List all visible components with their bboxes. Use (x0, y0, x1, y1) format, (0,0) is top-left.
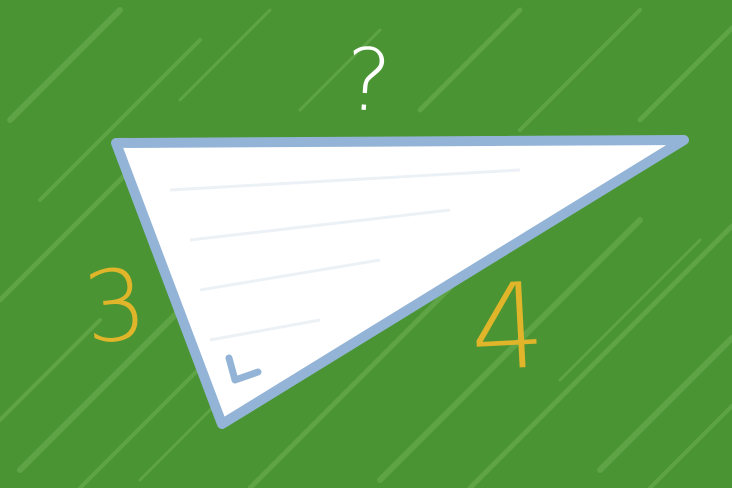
chalkboard-canvas: ? 3 4 (0, 0, 732, 488)
hypotenuse-label: ? (341, 29, 395, 133)
leg-a-label: 3 (78, 247, 153, 367)
right-triangle (111, 135, 689, 429)
leg-b-label: 4 (466, 256, 549, 398)
